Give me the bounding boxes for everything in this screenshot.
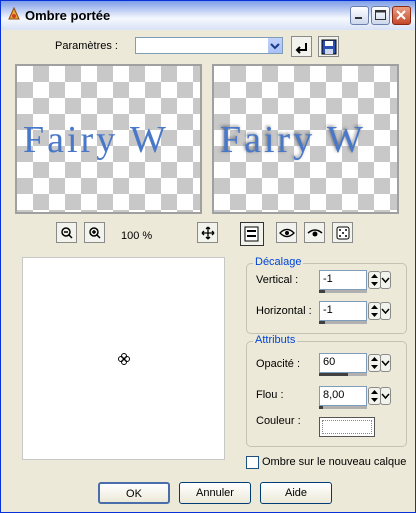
preview-sample-text: Fairy W [23,119,169,161]
new-layer-checkbox[interactable] [246,456,259,469]
eye-lock-icon [279,228,295,238]
eye-icon [307,229,323,237]
close-icon [396,10,406,20]
randomize-button[interactable] [332,222,353,243]
color-label: Couleur : [256,415,301,427]
opacity-dropdown[interactable] [380,354,391,372]
opacity-input[interactable]: 60 [319,353,367,373]
spin-arrows-icon [371,305,378,317]
window-title: Ombre portée [25,8,111,23]
chevron-down-icon [381,308,390,315]
spin-arrows-icon [371,274,378,286]
opacity-label: Opacité : [256,358,301,370]
chevron-down-icon[interactable] [267,38,282,53]
blur-value: 8,00 [323,389,345,401]
undo-arrow-icon [295,43,307,54]
opacity-slider[interactable] [319,373,367,376]
vertical-dropdown[interactable] [380,271,391,289]
blur-slider[interactable] [319,406,367,409]
spin-arrows-icon [371,390,378,402]
attributes-group-title: Attributs [253,334,298,346]
offset-pad[interactable] [22,257,225,460]
vertical-input[interactable]: -1 [319,270,367,290]
color-swatch[interactable] [319,417,375,437]
close-button[interactable] [392,6,411,25]
dialog-window: Ombre portée Paramètres : Fairy W Fairy … [0,0,416,513]
layers-icon [244,226,259,242]
crosshair-icon [118,353,130,365]
blur-dropdown[interactable] [380,387,391,405]
maximize-button[interactable] [371,6,390,25]
horizontal-value: -1 [323,304,333,316]
maximize-icon [375,10,386,20]
move-icon [201,226,215,240]
vertical-value: -1 [323,273,333,285]
vertical-label: Vertical : [256,274,299,286]
cancel-button[interactable]: Annuler [179,482,251,504]
save-icon [321,39,337,55]
horizontal-input[interactable]: -1 [319,301,367,321]
dice-icon [336,226,350,240]
load-preset-button[interactable] [291,36,312,57]
zoom-out-button[interactable] [56,222,77,243]
horizontal-slider[interactable] [319,321,367,324]
preview-sample-text-shadowed: Fairy W [220,119,366,161]
chevron-down-icon [381,393,390,400]
zoom-in-button[interactable] [84,222,105,243]
offset-group-title: Décalage [253,256,304,268]
pan-button[interactable] [197,222,218,243]
app-icon [8,7,20,20]
reset-button[interactable] [304,222,325,243]
new-layer-label: Ombre sur le nouveau calque [262,456,407,468]
blur-label: Flou : [256,389,284,401]
chevron-down-icon [381,277,390,284]
ok-button[interactable]: OK [98,482,170,504]
chevron-down-icon [381,360,390,367]
zoom-out-icon [61,227,73,239]
horizontal-dropdown[interactable] [380,302,391,320]
minimize-icon [355,17,362,19]
zoom-level: 100 % [121,230,153,242]
save-preset-button[interactable] [318,36,339,57]
opacity-value: 60 [323,356,336,368]
zoom-in-icon [89,227,101,239]
blur-input[interactable]: 8,00 [319,386,367,406]
preview-after[interactable]: Fairy W [212,64,399,214]
settings-label: Paramètres : [55,40,118,52]
minimize-button[interactable] [350,6,369,25]
spin-arrows-icon [371,357,378,369]
settings-dropdown[interactable] [135,37,283,54]
vertical-slider[interactable] [319,290,367,293]
help-button[interactable]: Aide [260,482,332,504]
auto-proof-button[interactable] [276,222,297,243]
proof-toggle-button[interactable] [240,222,264,246]
title-bar[interactable]: Ombre portée [1,1,415,30]
horizontal-label: Horizontal : [256,305,312,317]
preview-before[interactable]: Fairy W [15,64,202,214]
